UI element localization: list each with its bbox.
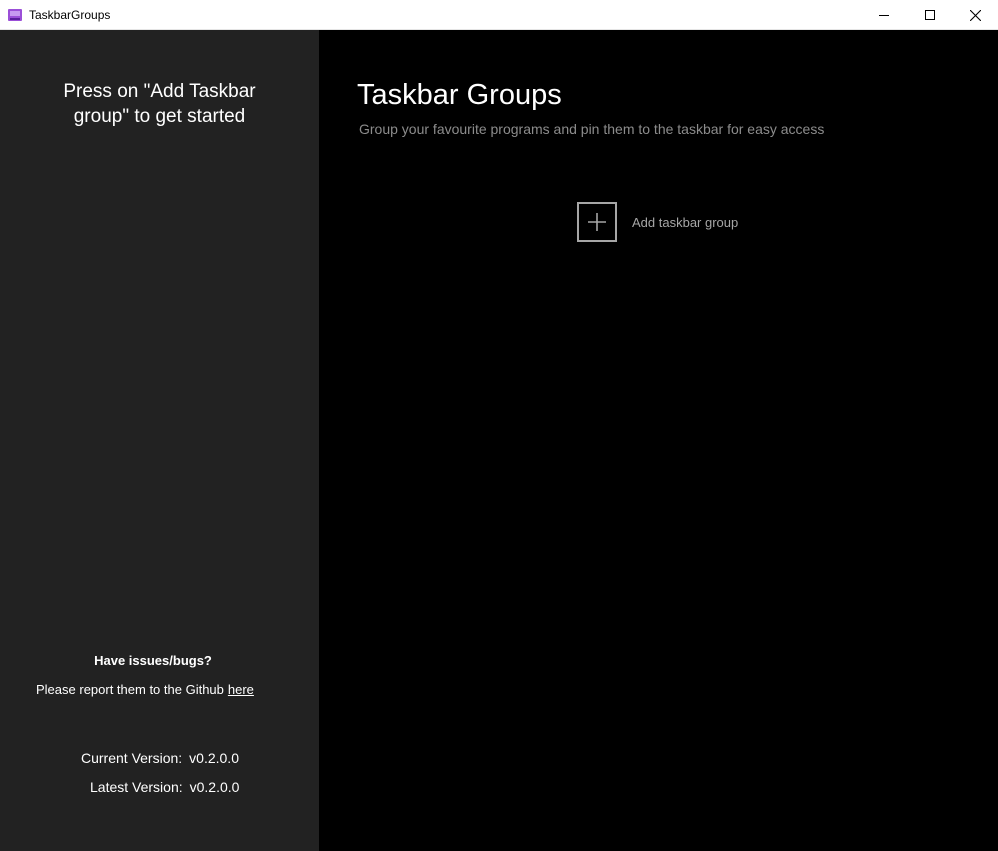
latest-version-row: Latest Version: v0.2.0.0 [90,779,239,795]
close-button[interactable] [952,0,998,30]
report-text: Please report them to the Github [36,682,224,697]
sidebar: Press on "Add Taskbar group" to get star… [0,30,319,851]
latest-version-label: Latest Version: [90,779,183,795]
report-line: Please report them to the Github here [36,682,254,697]
main-panel: Taskbar Groups Group your favourite prog… [319,30,998,851]
plus-icon [588,213,606,231]
current-version-label: Current Version: [81,750,183,766]
github-link[interactable]: here [228,682,254,697]
current-version-row: Current Version: v0.2.0.0 [81,750,239,766]
latest-version-value: v0.2.0.0 [189,779,240,795]
app-window: TaskbarGroups Press on "Add Taskbar grou… [0,0,998,851]
page-title: Taskbar Groups [357,79,562,111]
minimize-icon [879,15,889,16]
getting-started-prompt: Press on "Add Taskbar group" to get star… [0,79,319,129]
maximize-button[interactable] [907,0,953,30]
getting-started-text: Press on "Add Taskbar group" to get star… [63,81,256,127]
page-subtitle: Group your favourite programs and pin th… [359,121,825,137]
add-taskbar-group-label[interactable]: Add taskbar group [632,215,738,230]
current-version-value: v0.2.0.0 [189,750,239,766]
title-bar[interactable]: TaskbarGroups [0,0,998,30]
app-icon [8,9,22,21]
minimize-button[interactable] [861,0,907,30]
maximize-icon [925,10,935,20]
issues-heading: Have issues/bugs? [94,653,212,668]
add-box[interactable] [577,202,617,242]
add-taskbar-group-button[interactable]: Add taskbar group [577,202,738,242]
close-icon [969,9,981,21]
window-title: TaskbarGroups [29,8,111,22]
